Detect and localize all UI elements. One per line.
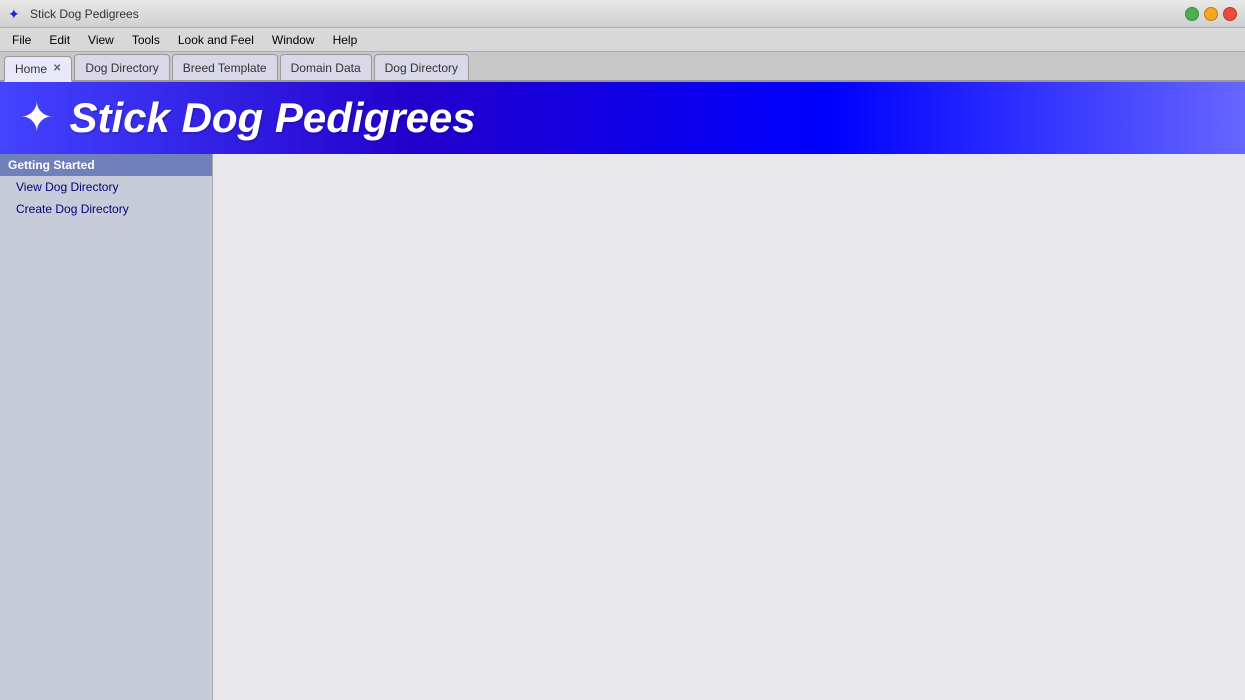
maximize-button[interactable] — [1185, 7, 1199, 21]
banner: ✦ Stick Dog Pedigrees — [0, 82, 1245, 154]
menu-tools[interactable]: Tools — [124, 31, 168, 49]
tab-breed-template[interactable]: Breed Template — [172, 54, 278, 80]
tab-bar: Home ✕ Dog Directory Breed Template Doma… — [0, 52, 1245, 82]
tab-home-label: Home — [15, 62, 47, 76]
tab-home[interactable]: Home ✕ — [4, 56, 72, 82]
tab-home-close[interactable]: ✕ — [53, 63, 61, 74]
menu-window[interactable]: Window — [264, 31, 323, 49]
menu-look-and-feel[interactable]: Look and Feel — [170, 31, 262, 49]
main-content: ✦ Stick Dog Pedigrees Getting Started Vi… — [0, 82, 1245, 700]
sidebar: Getting Started View Dog Directory Creat… — [0, 154, 213, 700]
title-bar: ✦ Stick Dog Pedigrees — [0, 0, 1245, 28]
tab-dog-directory-1[interactable]: Dog Directory — [74, 54, 169, 80]
tab-breed-template-label: Breed Template — [183, 61, 267, 75]
tab-domain-data-label: Domain Data — [291, 61, 361, 75]
sidebar-link-create-dog-directory[interactable]: Create Dog Directory — [0, 198, 212, 220]
menu-bar: File Edit View Tools Look and Feel Windo… — [0, 28, 1245, 52]
app-icon: ✦ — [8, 6, 24, 22]
menu-view[interactable]: View — [80, 31, 122, 49]
title-bar-text: Stick Dog Pedigrees — [30, 7, 1185, 21]
menu-help[interactable]: Help — [325, 31, 366, 49]
menu-file[interactable]: File — [4, 31, 39, 49]
banner-icon: ✦ — [20, 95, 54, 141]
window-controls — [1185, 7, 1237, 21]
minimize-button[interactable] — [1204, 7, 1218, 21]
main-panel — [213, 154, 1245, 700]
sidebar-link-view-dog-directory[interactable]: View Dog Directory — [0, 176, 212, 198]
close-button[interactable] — [1223, 7, 1237, 21]
tab-dog-directory-1-label: Dog Directory — [85, 61, 158, 75]
sidebar-section-header: Getting Started — [0, 154, 212, 176]
tab-dog-directory-2[interactable]: Dog Directory — [374, 54, 469, 80]
menu-edit[interactable]: Edit — [41, 31, 78, 49]
tab-domain-data[interactable]: Domain Data — [280, 54, 372, 80]
tab-dog-directory-2-label: Dog Directory — [385, 61, 458, 75]
banner-title: Stick Dog Pedigrees — [70, 94, 476, 142]
content-area: Getting Started View Dog Directory Creat… — [0, 154, 1245, 700]
